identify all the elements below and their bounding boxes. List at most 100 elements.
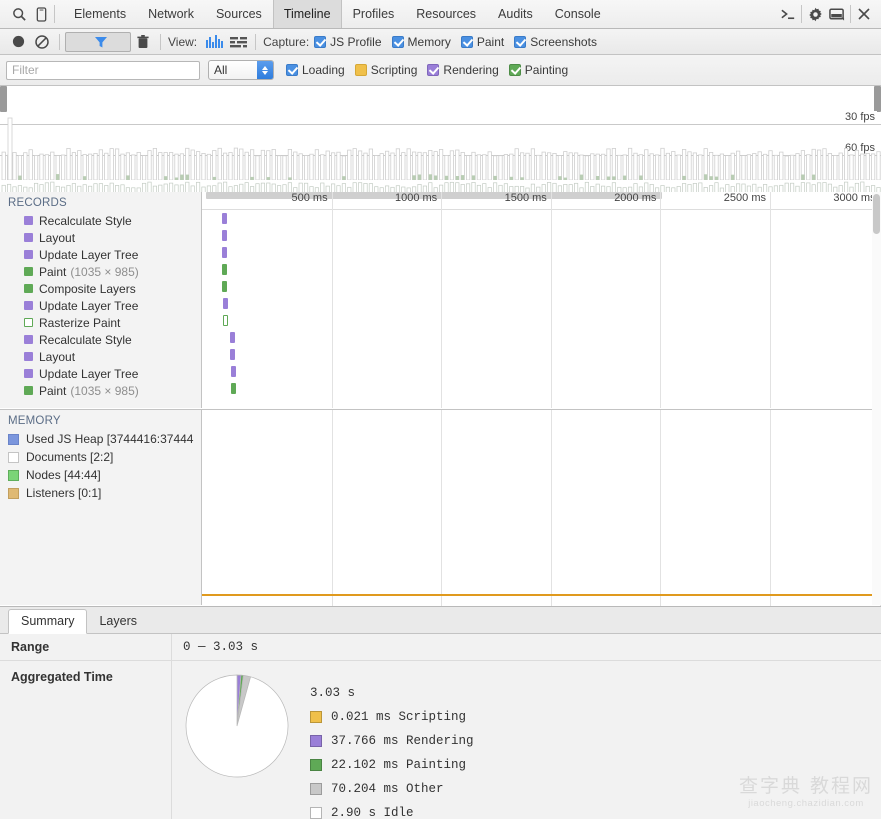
tab-summary[interactable]: Summary: [8, 609, 88, 634]
checkbox-painting-icon[interactable]: [508, 64, 521, 76]
category-rendering[interactable]: Rendering: [427, 63, 499, 77]
close-icon[interactable]: [853, 1, 875, 28]
tab-console[interactable]: Console: [544, 0, 612, 28]
checkbox-memory-icon[interactable]: [391, 35, 404, 48]
tabbar-left-icons: [0, 0, 63, 28]
timeline-ruler[interactable]: ms 500 ms1000 ms1500 ms2000 ms2500 ms300…: [202, 192, 881, 210]
memory-counter-swatch-icon: [8, 469, 19, 481]
search-icon[interactable]: [8, 1, 30, 28]
record-row[interactable]: Update Layer Tree: [0, 246, 201, 263]
tab-layers[interactable]: Layers: [87, 610, 149, 633]
checkbox-js-profile-icon[interactable]: [314, 35, 327, 48]
gridline: [331, 192, 333, 408]
tab-network[interactable]: Network: [137, 0, 205, 28]
view-label: View:: [168, 34, 198, 49]
memory-listeners-line: [202, 594, 881, 596]
clear-no-entry-icon[interactable]: [30, 31, 54, 53]
gridline: [770, 192, 771, 408]
checkbox-loading-icon[interactable]: [286, 64, 298, 76]
tab-audits[interactable]: Audits: [487, 0, 544, 28]
capture-screenshots[interactable]: Screenshots: [514, 35, 597, 49]
category-scripting[interactable]: Scripting: [354, 63, 417, 77]
record-label: Recalculate Style: [39, 213, 132, 228]
timeline-event-bar[interactable]: [222, 230, 227, 241]
category-rendering-label: Rendering: [443, 63, 499, 77]
memory-counter-row[interactable]: Used JS Heap [3744416:37444: [0, 430, 201, 448]
record-circle-icon[interactable]: [6, 31, 30, 53]
ruler-tick-label: 2000 ms: [614, 192, 657, 204]
tab-sources[interactable]: Sources: [205, 0, 273, 28]
tab-profiles[interactable]: Profiles: [342, 0, 406, 28]
tab-resources[interactable]: Resources: [405, 0, 487, 28]
toolbar-divider-3: [255, 33, 257, 50]
memory-counter-label: Listeners [0:1]: [26, 486, 102, 500]
capture-paint[interactable]: Paint: [460, 35, 504, 49]
tab-timeline[interactable]: Timeline: [272, 0, 342, 28]
record-row[interactable]: Paint (1035 × 985): [0, 263, 201, 280]
record-row[interactable]: Update Layer Tree: [0, 365, 201, 382]
memory-counter-row[interactable]: Listeners [0:1]: [0, 484, 201, 502]
record-detail: (1035 × 985): [70, 264, 139, 279]
settings-gear-icon[interactable]: [804, 1, 826, 28]
timeline-grid[interactable]: ms 500 ms1000 ms1500 ms2000 ms2500 ms300…: [202, 192, 881, 408]
gridline: [660, 192, 662, 408]
timeline-event-bar[interactable]: [231, 383, 236, 394]
trash-icon[interactable]: [131, 31, 155, 53]
record-row[interactable]: Rasterize Paint: [0, 314, 201, 331]
timeline-event-bar[interactable]: [231, 366, 236, 377]
record-row[interactable]: Composite Layers: [0, 280, 201, 297]
tab-elements[interactable]: Elements: [63, 0, 137, 28]
record-row[interactable]: Recalculate Style: [0, 212, 201, 229]
checkbox-paint-icon[interactable]: [460, 35, 473, 48]
right-divider-2: [850, 5, 851, 23]
record-row[interactable]: Paint (1035 × 985): [0, 382, 201, 399]
records-list: Recalculate Style Layout Update Layer Tree…: [0, 212, 201, 399]
pie-legend-text: 37.766 ms Rendering: [331, 734, 474, 748]
gridline: [441, 192, 443, 408]
timeline-vertical-scrollbar[interactable]: [872, 192, 881, 605]
filter-select-wrap[interactable]: All: [208, 60, 274, 80]
checkbox-screenshots-icon[interactable]: [514, 35, 527, 48]
memory-counter-row[interactable]: Nodes [44:44]: [0, 466, 201, 484]
range-label: Range: [0, 634, 172, 660]
record-row[interactable]: Layout: [0, 348, 201, 365]
bar-chart-view-icon[interactable]: [202, 31, 226, 53]
timeline-event-bar[interactable]: [230, 349, 235, 360]
capture-memory[interactable]: Memory: [391, 35, 451, 49]
device-toggle-icon[interactable]: [30, 1, 52, 28]
memory-counter-label: Documents [2:2]: [26, 450, 114, 464]
timeline-event-bar[interactable]: [223, 315, 228, 326]
dock-side-icon[interactable]: [826, 1, 848, 28]
memory-title: MEMORY: [8, 415, 61, 427]
timeline-event-bar[interactable]: [222, 247, 227, 258]
memory-counter-row[interactable]: Documents [2:2]: [0, 448, 201, 466]
pie-legend-row: 0.021 ms Scripting: [310, 705, 474, 729]
record-label: Composite Layers: [39, 281, 136, 296]
timeline-overview[interactable]: 30 fps 60 fps: [0, 86, 881, 181]
record-row[interactable]: Layout: [0, 229, 201, 246]
memory-counter-label: Nodes [44:44]: [26, 468, 101, 482]
category-painting[interactable]: Painting: [508, 63, 568, 77]
memory-pane: MEMORY Used JS Heap [3744416:37444 Docume…: [0, 409, 202, 605]
pie-legend: 3.03 s 0.021 ms Scripting 37.766 ms Rende…: [310, 673, 474, 819]
flame-chart-view-icon[interactable]: [226, 31, 250, 53]
timeline-event-bar[interactable]: [223, 298, 228, 309]
memory-graph[interactable]: [202, 409, 881, 606]
select-stepper-icon[interactable]: [257, 61, 273, 79]
ruler-tick-label: 3000 ms: [833, 192, 876, 204]
checkbox-scripting-icon[interactable]: [354, 64, 367, 76]
timeline-event-bar[interactable]: [222, 281, 227, 292]
category-loading[interactable]: Loading: [286, 63, 345, 77]
checkbox-rendering-icon[interactable]: [427, 64, 440, 76]
capture-js-profile[interactable]: JS Profile: [314, 35, 382, 49]
timeline-event-bar[interactable]: [222, 213, 227, 224]
timeline-event-bar[interactable]: [222, 264, 227, 275]
timeline-event-bar[interactable]: [230, 332, 235, 343]
record-row[interactable]: Recalculate Style: [0, 331, 201, 348]
toolbar-divider-2: [160, 33, 161, 50]
filter-input[interactable]: [6, 60, 200, 80]
record-row[interactable]: Update Layer Tree: [0, 297, 201, 314]
console-prompt-icon[interactable]: [777, 1, 799, 28]
filter-funnel-icon[interactable]: [65, 31, 131, 52]
record-category-chip-icon: [24, 335, 33, 344]
